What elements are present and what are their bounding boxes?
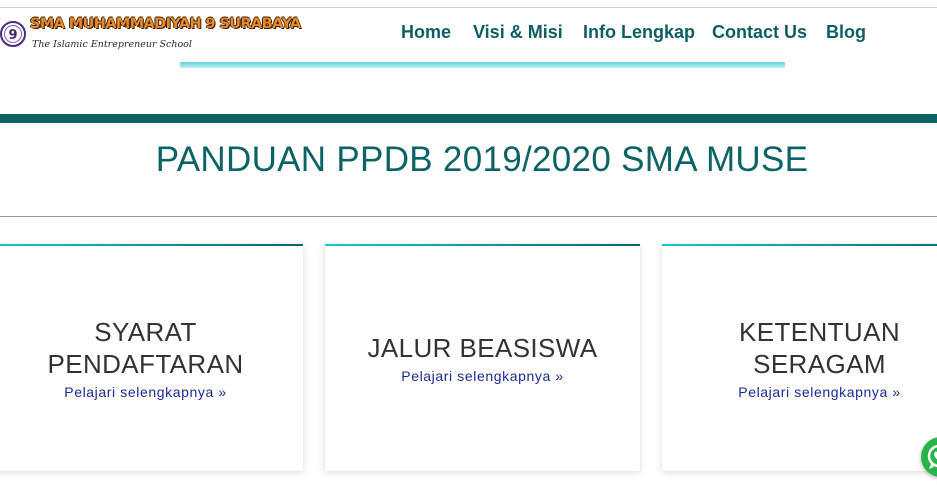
nav-underline xyxy=(180,62,785,68)
learn-more-link[interactable]: Pelajari selengkapnya » xyxy=(64,384,226,400)
nav-info-lengkap[interactable]: Info Lengkap xyxy=(583,22,695,43)
page-title: PANDUAN PPDB 2019/2020 SMA MUSE xyxy=(155,140,809,179)
title-divider xyxy=(0,216,937,217)
card-ketentuan-seragam[interactable]: KETENTUAN SERAGAM Pelajari selengkapnya … xyxy=(662,244,937,471)
nav-visi-misi[interactable]: Visi & Misi xyxy=(473,22,563,43)
whatsapp-icon xyxy=(927,444,937,469)
card-title: SYARAT PENDAFTARAN xyxy=(47,316,243,380)
learn-more-link[interactable]: Pelajari selengkapnya » xyxy=(738,384,900,400)
card-title-line1: JALUR BEASISWA xyxy=(367,332,598,363)
card-syarat-pendaftaran[interactable]: SYARAT PENDAFTARAN Pelajari selengkapnya… xyxy=(0,244,303,471)
learn-more-link[interactable]: Pelajari selengkapnya » xyxy=(401,368,563,384)
card-title-line2: PENDAFTARAN xyxy=(47,348,244,379)
nav-blog[interactable]: Blog xyxy=(826,22,866,43)
main-nav: Home Visi & Misi Info Lengkap Contact Us… xyxy=(0,22,937,44)
card-title: KETENTUAN SERAGAM xyxy=(739,316,900,380)
card-title: JALUR BEASISWA xyxy=(367,332,597,364)
nav-home[interactable]: Home xyxy=(401,22,451,43)
section-divider xyxy=(0,114,937,123)
card-title-line1: KETENTUAN xyxy=(738,316,901,347)
card-title-line2: SERAGAM xyxy=(753,348,886,379)
card-title-line1: SYARAT xyxy=(94,316,197,347)
top-divider xyxy=(0,7,937,8)
nav-contact-us[interactable]: Contact Us xyxy=(712,22,807,43)
card-jalur-beasiswa[interactable]: JALUR BEASISWA Pelajari selengkapnya » xyxy=(325,244,640,471)
whatsapp-chat-button[interactable] xyxy=(921,437,937,477)
